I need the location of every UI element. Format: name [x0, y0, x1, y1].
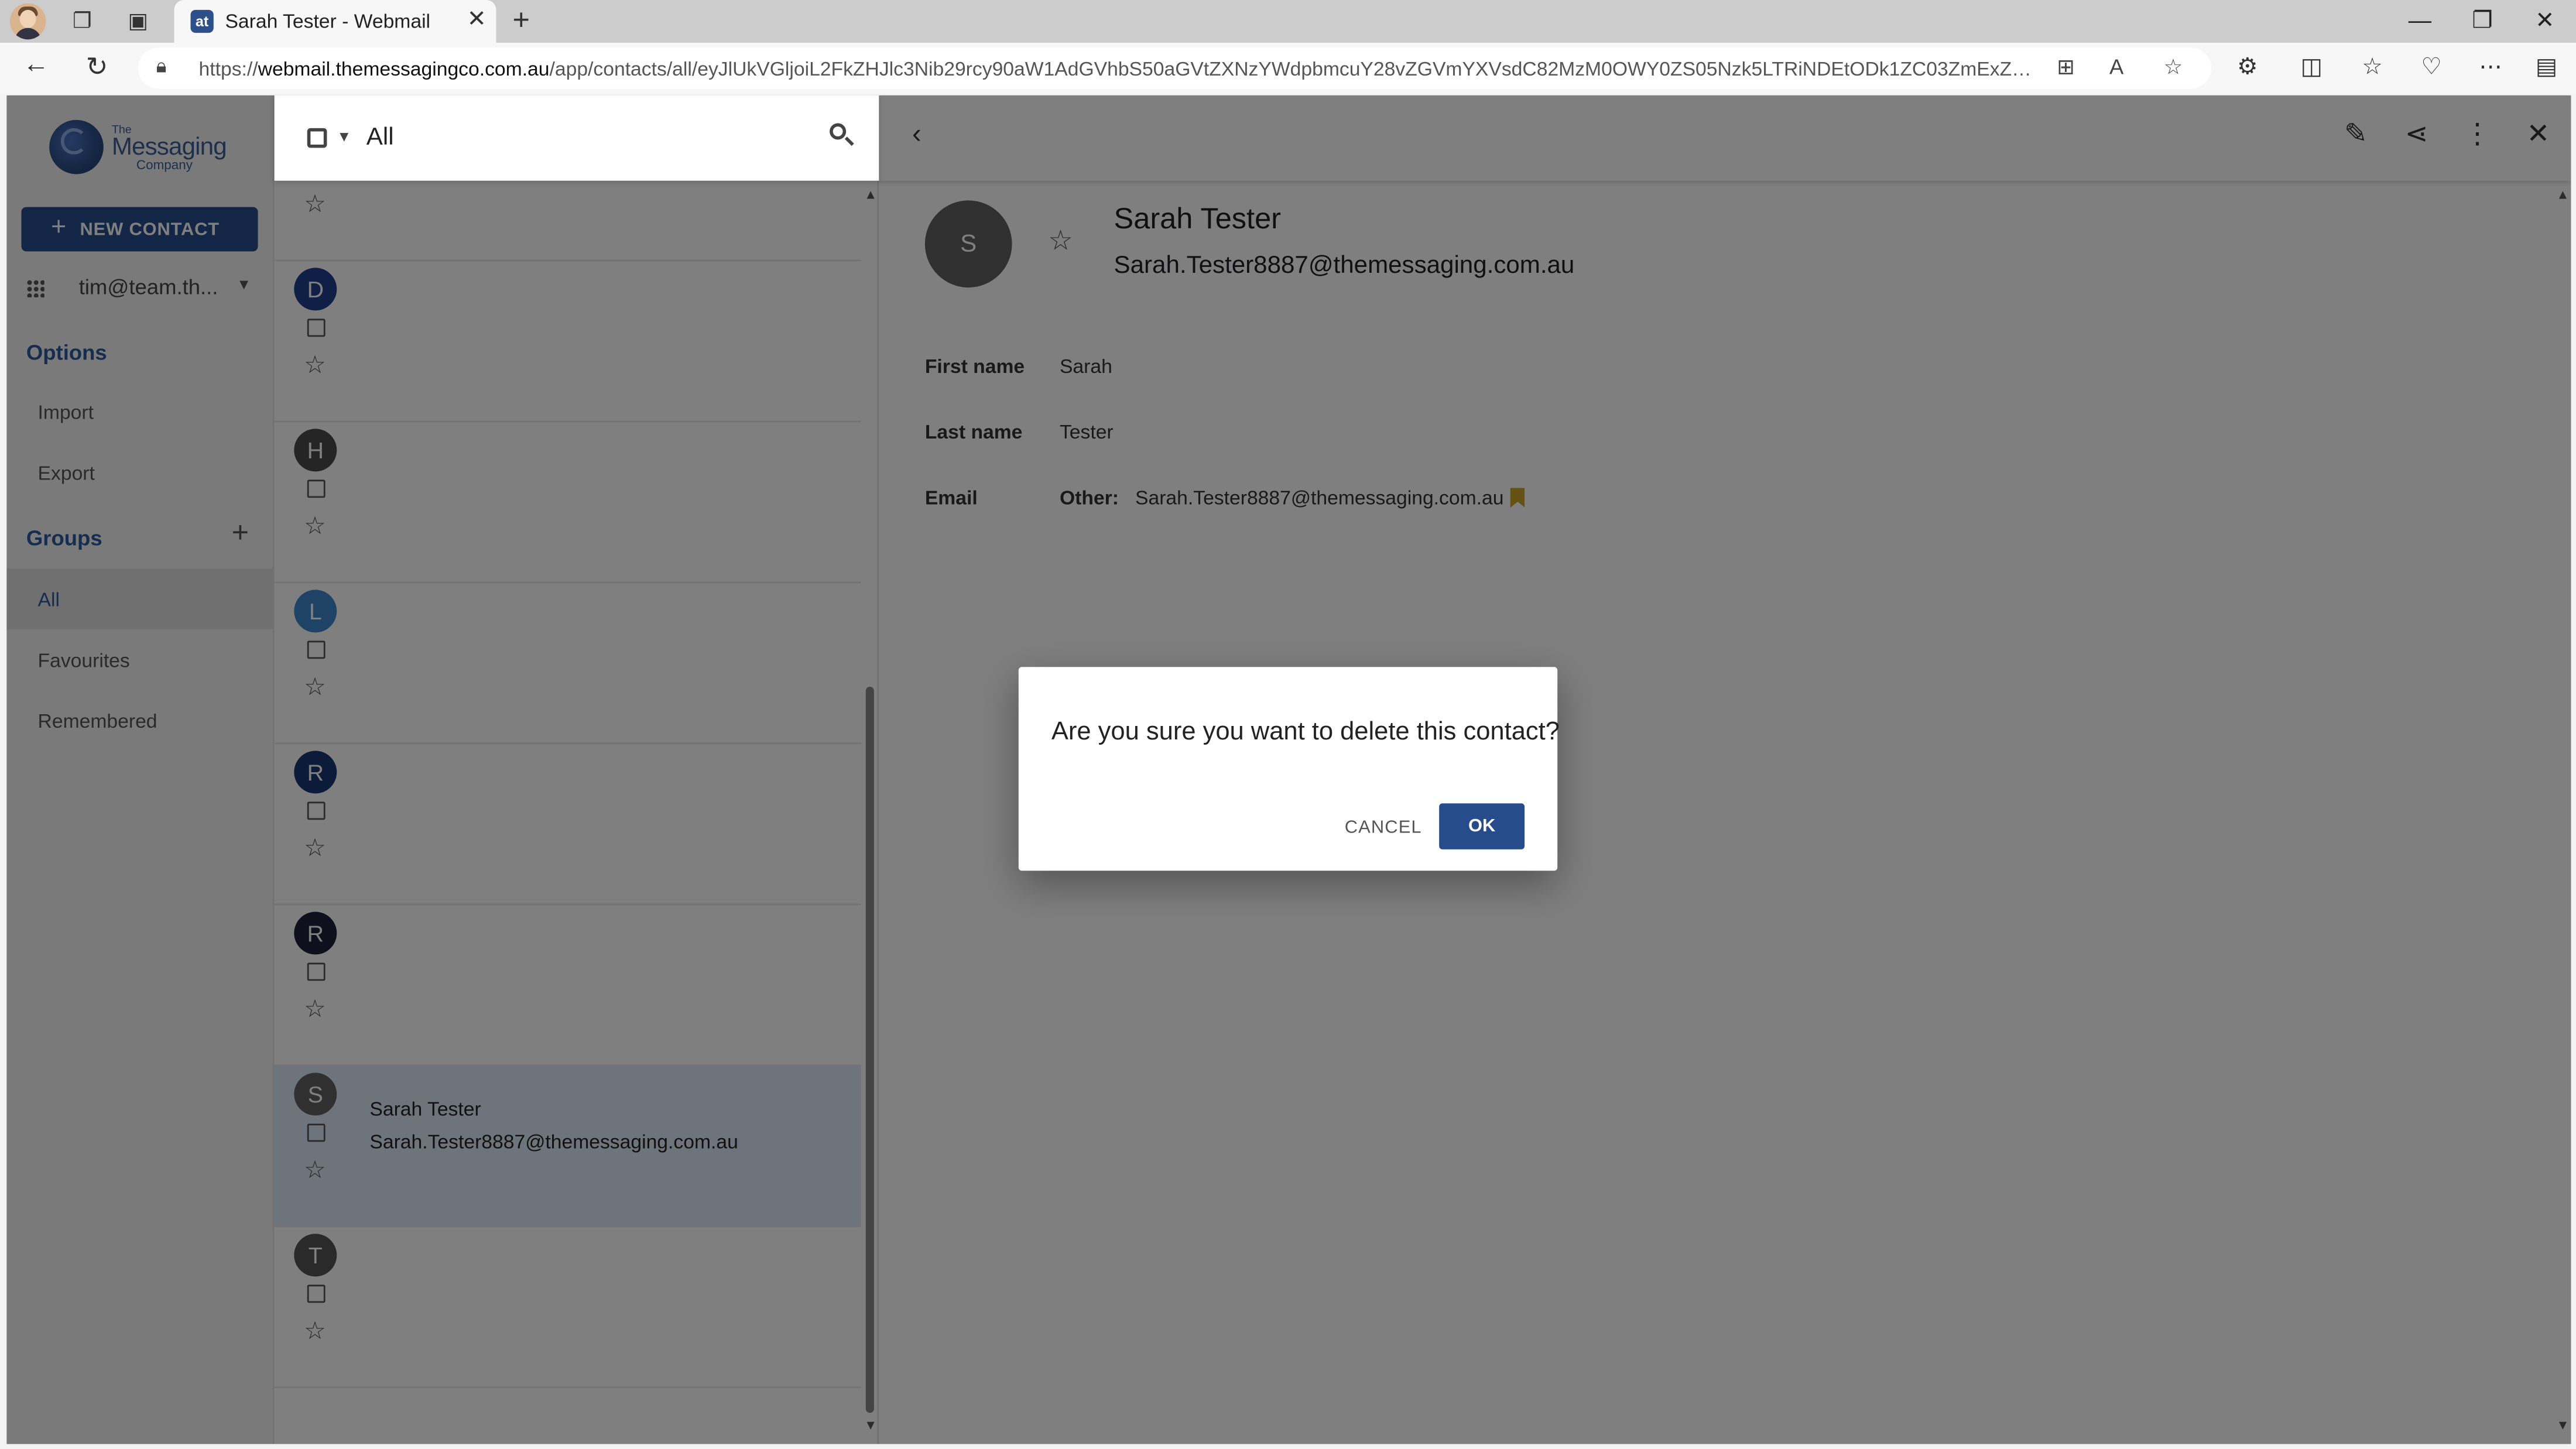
- vertical-tabs-icon[interactable]: ▣: [122, 5, 155, 37]
- browser-tab-bar: ❐ ▣ at Sarah Tester - Webmail ✕ + — ❐ ✕: [0, 0, 2576, 43]
- more-menu-icon[interactable]: ⋯: [2474, 53, 2507, 81]
- search-icon[interactable]: [826, 120, 856, 150]
- close-tab-icon[interactable]: ✕: [467, 5, 487, 33]
- app-available-icon[interactable]: ⊞: [2057, 54, 2075, 81]
- read-aloud-icon[interactable]: A: [2109, 54, 2123, 79]
- sidebar-toggle-icon[interactable]: ▤: [2530, 53, 2563, 81]
- webmail-app: The Messaging Company + NEW CONTACT tim@…: [6, 95, 2571, 1444]
- minimize-icon[interactable]: —: [2403, 6, 2436, 33]
- dialog-message: Are you sure you want to delete this con…: [1051, 718, 1560, 746]
- list-title: All: [366, 123, 394, 152]
- favorite-star-icon[interactable]: ☆: [2164, 54, 2183, 81]
- refresh-icon[interactable]: ↻: [80, 51, 113, 84]
- browser-tab-active[interactable]: at Sarah Tester - Webmail ✕: [174, 0, 496, 43]
- favorites-icon[interactable]: ☆: [2356, 53, 2389, 81]
- ok-button[interactable]: OK: [1439, 803, 1525, 849]
- restore-icon[interactable]: ❐: [2466, 6, 2499, 35]
- back-icon[interactable]: ←: [20, 51, 53, 81]
- contact-list-header: ▼ All: [274, 95, 879, 181]
- extensions-icon[interactable]: ⚙: [2231, 53, 2264, 81]
- select-all-checkbox[interactable]: [307, 128, 327, 148]
- delete-confirm-dialog: Are you sure you want to delete this con…: [1018, 667, 1560, 871]
- browser-essentials-icon[interactable]: ♡: [2415, 53, 2448, 81]
- window-close-icon[interactable]: ✕: [2529, 6, 2561, 35]
- webmail-favicon-icon: at: [190, 9, 214, 33]
- tab-title: Sarah Tester - Webmail: [225, 9, 431, 33]
- cancel-button[interactable]: CANCEL: [1341, 805, 1426, 851]
- url-text[interactable]: https://webmail.themessagingco.com.au/ap…: [199, 57, 2039, 80]
- select-menu-chevron-icon[interactable]: ▼: [337, 128, 351, 145]
- workspaces-icon[interactable]: ❐: [66, 5, 98, 37]
- address-bar[interactable]: 🔒︎ https://webmail.themessagingco.com.au…: [138, 47, 2212, 89]
- new-tab-icon[interactable]: +: [513, 4, 530, 38]
- lock-icon[interactable]: 🔒︎: [156, 54, 167, 79]
- browser-toolbar: ← ↻ 🔒︎ https://webmail.themessagingco.co…: [0, 42, 2576, 94]
- split-screen-icon[interactable]: ◫: [2295, 53, 2328, 81]
- profile-avatar-icon[interactable]: [9, 3, 46, 40]
